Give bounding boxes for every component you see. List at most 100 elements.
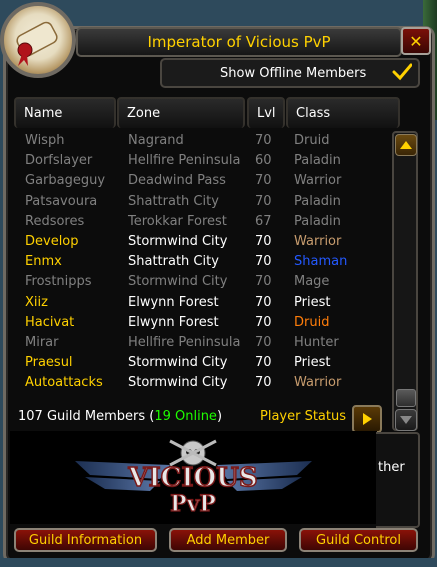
roster-row[interactable]: Xiiz Elwynn Forest 70 Priest	[14, 293, 390, 313]
member-name: Patsavoura	[25, 193, 98, 209]
member-level: 70	[255, 355, 272, 371]
member-name: Praesul	[25, 355, 73, 371]
member-zone: Hellfire Peninsula	[128, 153, 241, 169]
roster-row[interactable]: Patsavoura Shattrath City 70 Paladin	[14, 192, 390, 212]
member-zone: Nagrand	[128, 133, 184, 148]
member-class: Druid	[294, 133, 330, 148]
member-class: Warrior	[294, 173, 342, 189]
column-header-class[interactable]: Class	[286, 97, 400, 128]
column-header-level[interactable]: Lvl	[247, 97, 285, 128]
member-class: Druid	[294, 314, 330, 330]
member-level: 70	[255, 133, 272, 148]
roster-scrollbar[interactable]	[392, 131, 418, 431]
title-bar: Imperator of Vicious PvP	[76, 27, 402, 57]
roster-row[interactable]: Hacivat Elwynn Forest 70 Druid	[14, 313, 390, 333]
close-icon: ✕	[409, 31, 423, 51]
guild-portrait-icon	[0, 2, 76, 78]
window-title: Imperator of Vicious PvP	[147, 33, 331, 51]
member-zone: Stormwind City	[128, 274, 228, 290]
player-status-label[interactable]: Player Status	[260, 409, 346, 424]
member-name: Garbageguy	[25, 173, 106, 189]
member-level: 70	[255, 173, 272, 189]
scroll-thumb[interactable]	[396, 389, 416, 407]
show-offline-label: Show Offline Members	[220, 65, 367, 81]
member-class: Warrior	[294, 234, 342, 249]
show-offline-checkbox[interactable]	[392, 62, 413, 82]
member-name: Enmx	[25, 254, 62, 270]
guild-information-button[interactable]: Guild Information	[14, 528, 157, 552]
player-status-button[interactable]	[352, 405, 382, 433]
member-level: 60	[255, 153, 272, 169]
guild-roster-list: Wisph Nagrand 70 Druid Dorfslayer Hellfire Pe…	[14, 131, 390, 398]
bottom-strip	[0, 558, 437, 567]
column-header-level-label: Lvl	[257, 106, 276, 121]
guild-control-label: Guild Control	[316, 532, 401, 548]
roster-row[interactable]: Redsores Terokkar Forest 67 Paladin	[14, 212, 390, 232]
roster-row[interactable]: Develop Stormwind City 70 Warrior	[14, 232, 390, 252]
member-name: Autoattacks	[25, 375, 103, 391]
member-level: 70	[255, 335, 272, 350]
column-header-zone[interactable]: Zone	[117, 97, 245, 128]
column-header-class-label: Class	[296, 106, 331, 121]
roster-row[interactable]: Praesul Stormwind City 70 Priest	[14, 353, 390, 373]
member-zone: Elwynn Forest	[128, 294, 219, 310]
roster-row[interactable]: Garbageguy Deadwind Pass 70 Warrior	[14, 171, 390, 191]
roster-row[interactable]: Mirar Hellfire Peninsula 70 Hunter	[14, 333, 390, 353]
member-name: Dorfslayer	[25, 153, 93, 169]
member-name: Xiiz	[25, 294, 48, 310]
scroll-down-arrow-icon	[400, 416, 412, 424]
member-class: Shaman	[294, 254, 348, 270]
column-header-name[interactable]: Name	[14, 97, 116, 128]
scroll-up-button[interactable]	[395, 134, 417, 156]
guild-information-label: Guild Information	[28, 532, 143, 548]
arrow-right-icon	[363, 413, 372, 425]
banner-title: VICIOUS	[127, 463, 257, 493]
checkmark-icon	[392, 63, 413, 81]
member-class: Paladin	[294, 193, 341, 209]
member-zone: Stormwind City	[128, 375, 228, 391]
member-class: Paladin	[294, 153, 341, 169]
member-class: Priest	[294, 355, 331, 371]
member-class: Priest	[294, 294, 331, 310]
member-zone: Shattrath City	[128, 193, 219, 209]
add-member-label: Add Member	[186, 532, 270, 548]
roster-row[interactable]: Wisph Nagrand 70 Druid	[14, 131, 390, 151]
member-zone: Terokkar Forest	[128, 213, 227, 229]
member-zone: Elwynn Forest	[128, 314, 219, 330]
member-name: Wisph	[25, 133, 65, 148]
online-count-text: 19 Online	[154, 409, 217, 424]
member-level: 67	[255, 213, 272, 229]
add-member-button[interactable]: Add Member	[169, 528, 287, 552]
member-name: Develop	[25, 234, 79, 249]
guild-control-button[interactable]: Guild Control	[299, 528, 418, 552]
roster-row[interactable]: Enmx Shattrath City 70 Shaman	[14, 252, 390, 272]
member-level: 70	[255, 254, 272, 270]
member-name: Mirar	[25, 335, 59, 350]
member-class: Warrior	[294, 375, 342, 391]
column-header-zone-label: Zone	[127, 106, 161, 121]
close-button[interactable]: ✕	[401, 27, 431, 55]
banner-subtitle: PvP	[170, 491, 216, 517]
side-panel-text: ther	[378, 460, 405, 475]
member-zone: Hellfire Peninsula	[128, 335, 241, 350]
column-header-name-label: Name	[24, 106, 63, 121]
member-zone: Deadwind Pass	[128, 173, 226, 189]
member-count-close: )	[216, 409, 223, 424]
member-level: 70	[255, 234, 272, 249]
roster-row[interactable]: Dorfslayer Hellfire Peninsula 60 Paladin	[14, 151, 390, 171]
roster-row[interactable]: Frostnipps Stormwind City 70 Mage	[14, 272, 390, 292]
member-class: Mage	[294, 274, 330, 290]
guild-member-summary: 107 Guild Members (19 Online)	[18, 409, 222, 424]
member-name: Frostnipps	[25, 274, 92, 290]
scroll-down-button[interactable]	[395, 409, 417, 431]
member-class: Paladin	[294, 213, 341, 229]
member-zone: Shattrath City	[128, 254, 219, 270]
guild-banner-logo: VICIOUS PvP	[10, 431, 377, 524]
member-zone: Stormwind City	[128, 355, 228, 371]
member-level: 70	[255, 314, 272, 330]
member-count-text: 107 Guild Members (	[18, 409, 155, 424]
roster-row[interactable]: Autoattacks Stormwind City 70 Warrior	[14, 373, 390, 393]
member-level: 70	[255, 375, 272, 391]
member-level: 70	[255, 294, 272, 310]
member-name: Redsores	[25, 213, 85, 229]
